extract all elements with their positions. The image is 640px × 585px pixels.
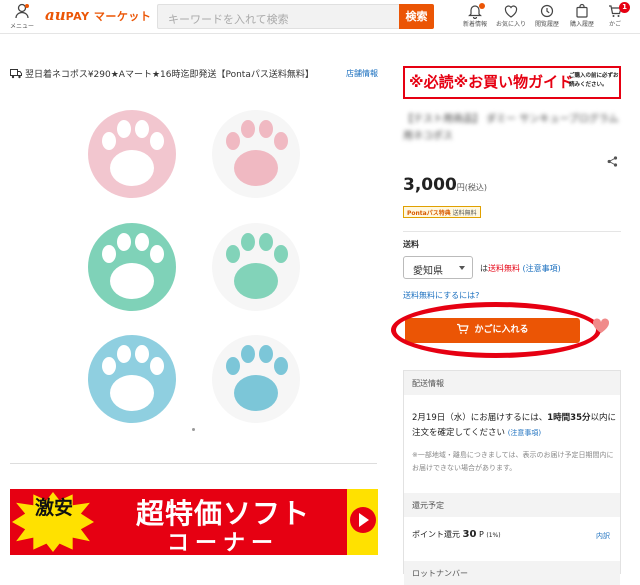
shopping-guide-banner[interactable]: ※必読※お買い物ガイド ご購入の前に必ずお読みください。 <box>403 66 621 99</box>
aupay-market-logo[interactable]: auPAY マーケット <box>45 6 151 24</box>
chevron-down-icon <box>459 266 465 270</box>
guide-subtitle: ご購入の前に必ずお読みください。 <box>569 73 619 88</box>
divider <box>10 463 377 464</box>
banner-arrow-button[interactable] <box>347 489 378 555</box>
ponta-pass-badge: Pontaパス特典 送料無料 <box>403 206 481 218</box>
shipping-label: 送料 <box>403 240 419 249</box>
prefecture-select[interactable]: 愛知県 <box>403 256 473 279</box>
truck-icon <box>10 68 22 82</box>
paw-cap-white-pink <box>212 110 300 198</box>
favorites-button[interactable]: お気に入り <box>494 3 528 28</box>
paw-cap-white-blue <box>212 335 300 423</box>
product-title: 【テスト用商品】 ダミー サンキューブログラム用ネコポス <box>403 114 619 142</box>
search-button[interactable]: 検索 <box>399 4 434 29</box>
carousel-indicator[interactable] <box>192 428 195 431</box>
paw-cap-blue-white <box>88 335 176 423</box>
shipping-notes-link[interactable]: (注意事項) <box>523 264 561 273</box>
cart-button[interactable]: 1 かご <box>598 2 632 28</box>
point-return-header: 還元予定 <box>404 493 620 517</box>
guide-title: ※必読※お買い物ガイド <box>409 73 574 91</box>
point-return-value: ポイント還元 30 P (1%) <box>412 529 501 540</box>
lot-number-header: ロットナンバー <box>404 561 620 585</box>
cart-count-badge: 1 <box>619 2 630 13</box>
delivery-info-header: 配送情報 <box>404 371 620 395</box>
share-icon[interactable] <box>607 152 618 171</box>
delivery-notes-link[interactable]: (注意事項) <box>508 429 541 437</box>
user-icon <box>8 3 36 21</box>
paw-cap-pink-white <box>88 110 176 198</box>
store-info-link[interactable]: 店舗情報 <box>346 68 378 79</box>
banner-burst-text: 激安 <box>34 497 73 519</box>
special-price-soft-banner[interactable]: 激安 超特価ソフト コーナー <box>10 489 378 555</box>
bell-icon <box>458 3 492 19</box>
point-breakdown-link[interactable]: 内訳 <box>596 531 610 541</box>
history-icon <box>530 3 564 19</box>
how-to-get-free-shipping-link[interactable]: 送料無料にするには? <box>403 290 479 301</box>
menu-button[interactable]: メニュー <box>8 3 36 30</box>
site-header: メニュー auPAY マーケット キーワードを入れて検索 検索 新着情報 お気に… <box>0 0 640 34</box>
heart-icon <box>494 3 528 19</box>
menu-label: メニュー <box>9 23 34 30</box>
bag-icon <box>565 3 599 19</box>
info-panel: 配送情報 2月19日（水）にお届けするには、1時間35分以内に注文を確定してくだ… <box>403 370 621 585</box>
divider <box>403 231 621 232</box>
red-highlight-ellipse <box>391 302 601 358</box>
paw-cap-white-mint <box>212 223 300 311</box>
history-button[interactable]: 閲覧履歴 <box>530 3 564 28</box>
shipping-fee-status: は送料無料 (注意事項) <box>480 264 561 273</box>
paw-cap-mint-white <box>88 223 176 311</box>
shipping-headline: 翌日着ネコポス¥290★Aマート★16時迄即発送【Pontaパス送料無料】 <box>10 67 314 82</box>
search-input[interactable]: キーワードを入れて検索 <box>157 4 399 29</box>
banner-line-2: コーナー <box>166 531 279 555</box>
news-button[interactable]: 新着情報 <box>458 3 492 28</box>
product-price: 3,000円(税込) <box>403 175 488 195</box>
favorite-heart-button[interactable] <box>592 318 610 338</box>
price-unit: 円(税込) <box>456 183 488 192</box>
delivery-info-text: 2月19日（水）にお届けするには、1時間35分以内に注文を確定してください (注… <box>412 413 616 438</box>
purchase-history-button[interactable]: 購入履歴 <box>565 3 599 28</box>
delivery-note: ※一部地域・離島につきましては、表示のお届け予定日期間内にお届けできない場合があ… <box>412 451 614 472</box>
notification-dot <box>479 3 485 9</box>
